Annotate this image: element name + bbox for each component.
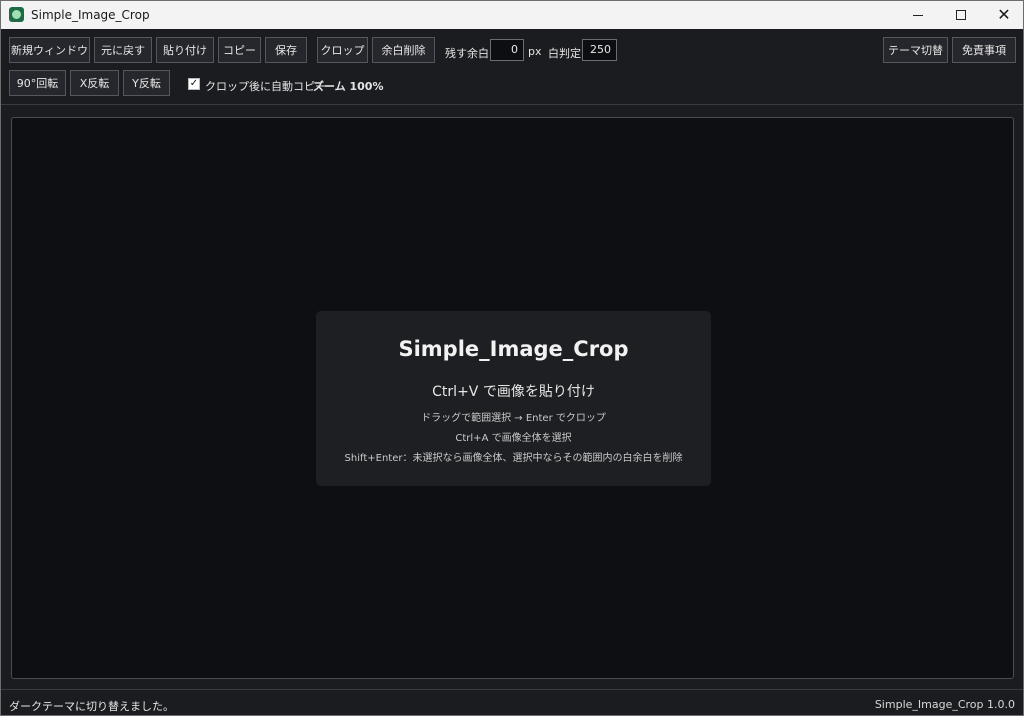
copy-button[interactable]: コピー bbox=[218, 37, 261, 63]
auto-copy-label: クロップ後に自動コピー bbox=[205, 80, 326, 93]
toolbar: 新規ウィンドウ 元に戻す 貼り付け コピー 保存 クロップ 余白削除 残す余白 … bbox=[1, 29, 1023, 105]
welcome-hint: Shift+Enter：未選択なら画像全体、選択中ならその範囲内の白余白を削除 bbox=[344, 453, 683, 464]
image-canvas[interactable]: Simple_Image_Crop Ctrl+V で画像を貼り付け ドラッグで範… bbox=[11, 117, 1014, 679]
app-logo-icon bbox=[9, 7, 24, 22]
flip-x-button[interactable]: X反転 bbox=[70, 70, 119, 96]
undo-button[interactable]: 元に戻す bbox=[94, 37, 152, 63]
window-title: Simple_Image_Crop bbox=[31, 8, 150, 22]
save-button[interactable]: 保存 bbox=[265, 37, 307, 63]
maximize-button[interactable] bbox=[938, 1, 984, 29]
welcome-hint: Ctrl+A で画像全体を選択 bbox=[455, 433, 572, 444]
flip-y-button[interactable]: Y反転 bbox=[123, 70, 170, 96]
status-bar: ダークテーマに切り替えました。 Simple_Image_Crop 1.0.0 bbox=[1, 689, 1023, 715]
close-icon: ✕ bbox=[997, 5, 1011, 24]
disclaimer-button[interactable]: 免責事項 bbox=[952, 37, 1016, 63]
theme-toggle-button[interactable]: テーマ切替 bbox=[883, 37, 948, 63]
welcome-subtitle: Ctrl+V で画像を貼り付け bbox=[432, 384, 595, 400]
rotate-90-button[interactable]: 90°回転 bbox=[9, 70, 66, 96]
version-label: Simple_Image_Crop 1.0.0 bbox=[874, 698, 1015, 711]
close-button[interactable]: ✕ bbox=[981, 1, 1023, 29]
paste-button[interactable]: 貼り付け bbox=[156, 37, 214, 63]
white-threshold-label: 白判定 bbox=[548, 47, 581, 60]
crop-button[interactable]: クロップ bbox=[317, 37, 368, 63]
minimize-icon bbox=[913, 14, 923, 16]
margin-input[interactable]: 0 bbox=[490, 39, 524, 61]
welcome-hint: ドラッグで範囲選択 → Enter でクロップ bbox=[421, 413, 606, 424]
zoom-level-label: ズーム 100% bbox=[313, 80, 384, 93]
minimize-button[interactable] bbox=[895, 1, 941, 29]
title-bar: Simple_Image_Crop ✕ bbox=[1, 1, 1023, 29]
margin-unit-label: px bbox=[528, 45, 542, 58]
maximize-icon bbox=[956, 10, 966, 20]
welcome-panel: Simple_Image_Crop Ctrl+V で画像を貼り付け ドラッグで範… bbox=[316, 311, 711, 486]
margin-label: 残す余白 bbox=[445, 47, 489, 60]
remove-margin-button[interactable]: 余白削除 bbox=[372, 37, 435, 63]
new-window-button[interactable]: 新規ウィンドウ bbox=[9, 37, 90, 63]
welcome-title: Simple_Image_Crop bbox=[398, 337, 629, 361]
status-message: ダークテーマに切り替えました。 bbox=[9, 700, 174, 713]
auto-copy-checkbox[interactable]: ✓ bbox=[188, 78, 200, 90]
app-window: Simple_Image_Crop ✕ 新規ウィンドウ 元に戻す 貼り付け コピ… bbox=[0, 0, 1024, 716]
white-threshold-input[interactable]: 250 bbox=[582, 39, 617, 61]
